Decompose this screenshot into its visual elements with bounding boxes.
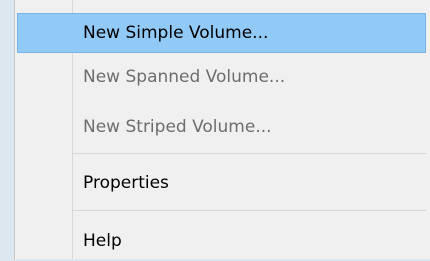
menu-item-properties[interactable]: Properties <box>17 163 426 203</box>
menu-item-new-simple-volume[interactable]: New Simple Volume... <box>17 13 426 53</box>
context-menu: New Simple Volume... New Spanned Volume.… <box>14 0 430 259</box>
menu-separator <box>73 210 426 211</box>
menu-item-new-striped-volume: New Striped Volume... <box>83 117 272 137</box>
menu-separator <box>73 153 426 154</box>
menu-item-help[interactable]: Help <box>17 221 426 261</box>
menu-item-new-spanned-volume: New Spanned Volume... <box>83 67 286 87</box>
